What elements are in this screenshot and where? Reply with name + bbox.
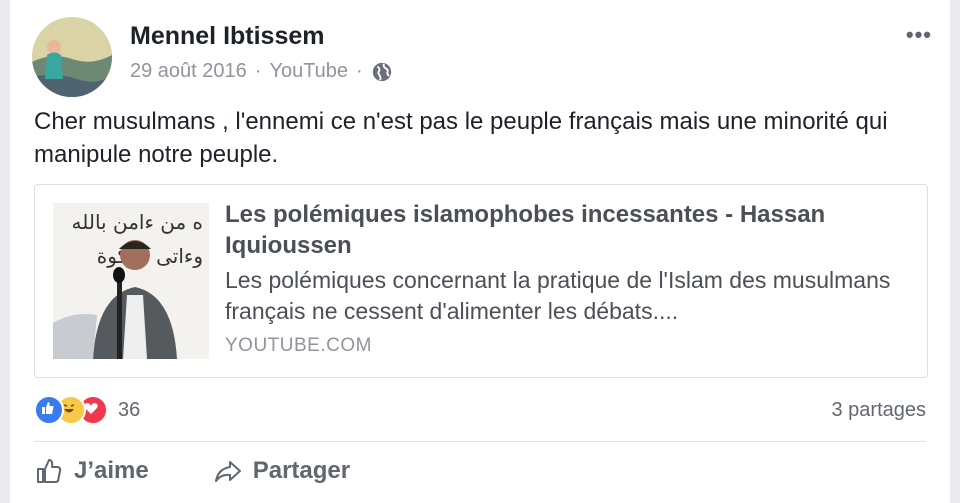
reaction-count: 36 <box>118 398 141 421</box>
more-options-button[interactable]: ••• <box>906 22 932 48</box>
post-date[interactable]: 29 août 2016 <box>130 60 247 83</box>
ellipsis-icon: ••• <box>905 22 932 47</box>
share-arrow-icon <box>214 461 241 482</box>
video-thumbnail[interactable]: ه من ءامن بالله وءاتى الزكوة <box>53 203 209 359</box>
post-actions: J’aime Partager <box>34 456 350 486</box>
meta-separator: · <box>254 60 262 82</box>
thumbnail-arabic-line-1: ه من ءامن بالله <box>72 210 203 234</box>
like-button[interactable]: J’aime <box>34 456 149 486</box>
reactions-summary[interactable]: 36 <box>34 395 140 425</box>
post-source[interactable]: YouTube <box>269 60 348 83</box>
post-card: Mennel Ibtissem 29 août 2016 · YouTube ·… <box>10 0 950 503</box>
thumbnail-image-icon: ه من ءامن بالله وءاتى الزكوة <box>53 203 209 359</box>
divider <box>34 441 926 442</box>
link-domain: YOUTUBE.COM <box>225 335 372 356</box>
avatar-photo-icon <box>32 17 112 97</box>
share-label: Partager <box>252 457 351 484</box>
like-reaction-icon <box>34 395 64 425</box>
post-text: Cher musulmans , l'ennemi ce n'est pas l… <box>34 108 888 168</box>
globe-icon[interactable] <box>371 61 393 83</box>
meta-separator: · <box>356 60 363 82</box>
share-button[interactable]: Partager <box>213 456 350 486</box>
share-count[interactable]: 3 partages <box>831 399 926 422</box>
avatar[interactable] <box>32 17 112 97</box>
thumbs-up-icon <box>37 459 62 483</box>
link-preview-card[interactable]: ه من ءامن بالله وءاتى الزكوة Les polémiq… <box>34 184 928 378</box>
post-meta: 29 août 2016 · YouTube · <box>130 60 393 83</box>
link-description: Les polémiques concernant la pratique de… <box>225 267 891 324</box>
author-name[interactable]: Mennel Ibtissem <box>130 22 325 51</box>
link-title[interactable]: Les polémiques islamophobes incessantes … <box>225 199 915 261</box>
like-label: J’aime <box>74 457 149 484</box>
